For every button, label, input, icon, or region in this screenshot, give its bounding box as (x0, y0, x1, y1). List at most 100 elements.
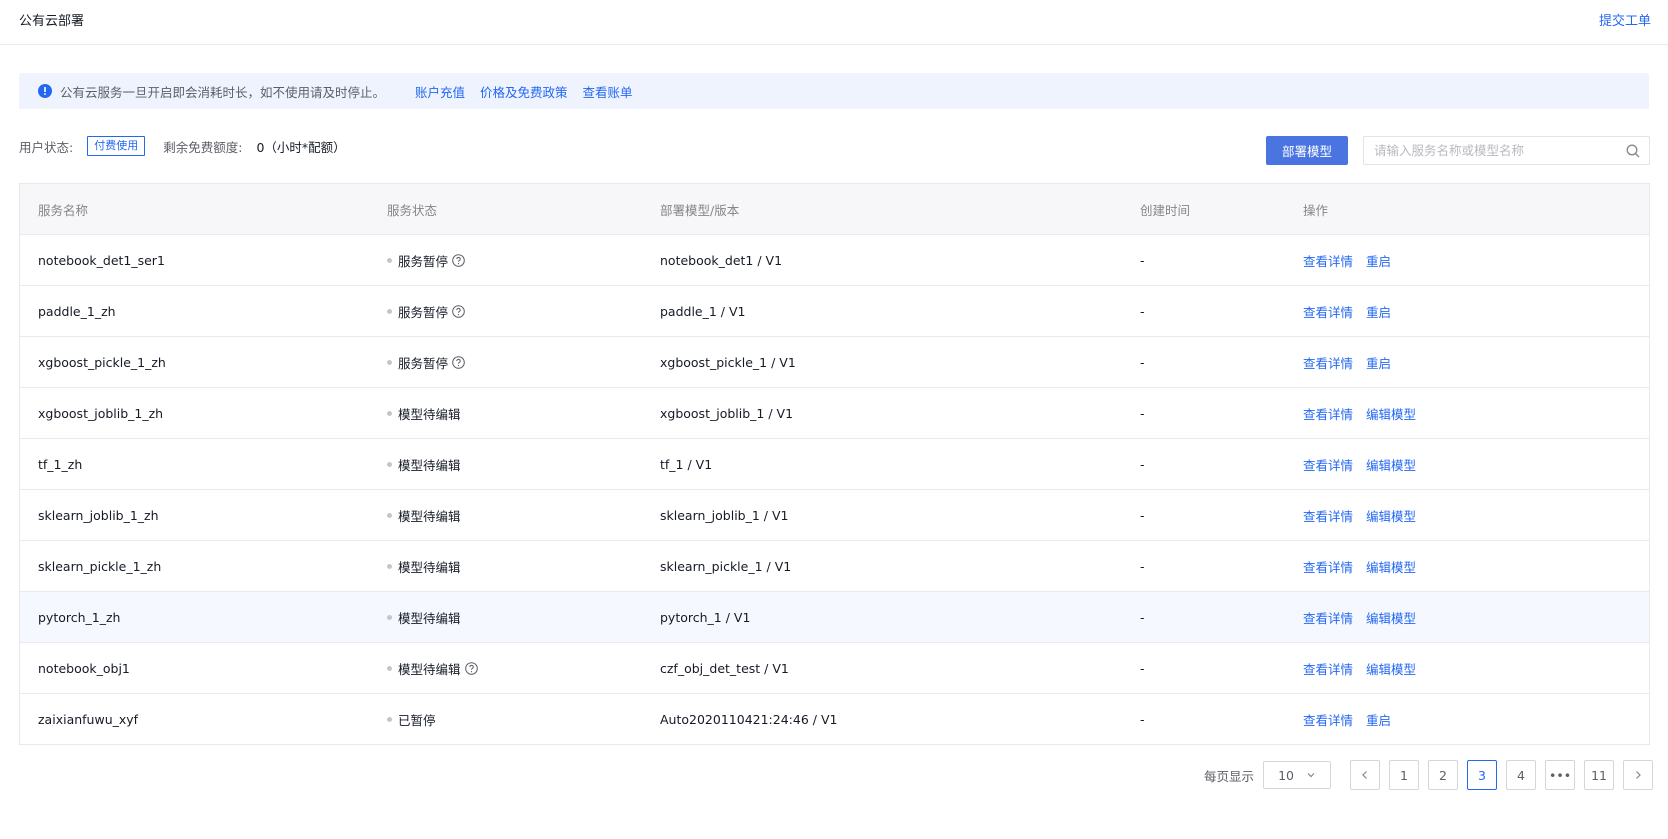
service-name: paddle_1_zh (38, 303, 116, 319)
view-details-link[interactable]: 查看详情 (1303, 659, 1353, 678)
page-button[interactable]: 1 (1389, 760, 1420, 790)
table-row: xgboost_pickle_1_zh 服务暂停 xgboost_pickle_1 … (20, 337, 1649, 388)
row-action-link[interactable]: 编辑模型 (1366, 455, 1416, 474)
pricing-policy-link[interactable]: 价格及免费政策 (480, 82, 568, 101)
row-actions: 查看详情 编辑模型 (1303, 557, 1649, 576)
status-dot (387, 410, 392, 416)
status-dot (387, 461, 392, 467)
table-row: tf_1_zh 模型待编辑 tf_1 / V1 - 查看详情 编辑模型 (20, 439, 1649, 490)
row-actions: 查看详情 编辑模型 (1303, 455, 1649, 474)
row-actions: 查看详情 编辑模型 (1303, 506, 1649, 525)
status-text: 服务暂停 (398, 304, 449, 320)
row-action-link[interactable]: 重启 (1366, 251, 1391, 270)
next-page-button[interactable] (1623, 760, 1654, 790)
service-status: 模型待编辑 (387, 608, 660, 627)
row-action-link[interactable]: 重启 (1366, 710, 1391, 729)
service-name: tf_1_zh (38, 456, 83, 472)
service-status: 服务暂停 (387, 302, 660, 321)
help-icon[interactable] (452, 304, 465, 318)
page-button[interactable]: 11 (1584, 760, 1615, 790)
row-action-link[interactable]: 重启 (1366, 353, 1391, 372)
view-details-link[interactable]: 查看详情 (1303, 302, 1353, 321)
status-dot (387, 359, 392, 365)
page-button[interactable]: 2 (1428, 760, 1459, 790)
service-status: 模型待编辑 (387, 404, 660, 423)
table-row: sklearn_joblib_1_zh 模型待编辑 sklearn_joblib_1… (20, 490, 1649, 541)
model-version: xgboost_joblib_1 / V1 (660, 405, 794, 421)
pagination: 每页显示 10 1 2 3 4 ••• 11 (1204, 760, 1654, 790)
view-details-link[interactable]: 查看详情 (1303, 353, 1353, 372)
row-actions: 查看详情 重启 (1303, 353, 1649, 372)
status-text: 服务暂停 (398, 253, 449, 269)
search-input[interactable] (1364, 137, 1626, 164)
row-action-link[interactable]: 编辑模型 (1366, 659, 1416, 678)
status-text: 已暂停 (398, 712, 436, 728)
table-row: zaixianfuwu_xyf 已暂停 Auto2020110421:24:46 /… (20, 694, 1649, 744)
view-details-link[interactable]: 查看详情 (1303, 608, 1353, 627)
header-actions: 操作 (1303, 202, 1329, 218)
prev-page-button[interactable] (1350, 760, 1381, 790)
header-create-time: 创建时间 (1140, 202, 1191, 218)
row-action-link[interactable]: 编辑模型 (1366, 608, 1416, 627)
search-icon[interactable] (1626, 144, 1640, 158)
service-name: sklearn_joblib_1_zh (38, 507, 159, 523)
status-text: 服务暂停 (398, 355, 449, 371)
page-button[interactable]: 4 (1506, 760, 1537, 790)
service-name: xgboost_pickle_1_zh (38, 354, 166, 370)
row-actions: 查看详情 编辑模型 (1303, 608, 1649, 627)
table-row: sklearn_pickle_1_zh 模型待编辑 sklearn_pickle_1… (20, 541, 1649, 592)
service-status: 服务暂停 (387, 251, 660, 270)
row-action-link[interactable]: 编辑模型 (1366, 404, 1416, 423)
page-ellipsis[interactable]: ••• (1545, 760, 1576, 790)
deploy-model-button[interactable]: 部署模型 (1266, 136, 1348, 165)
user-status-label: 用户状态: (19, 139, 74, 155)
chevron-left-icon (1360, 770, 1370, 780)
create-time: - (1140, 660, 1145, 676)
view-details-link[interactable]: 查看详情 (1303, 455, 1353, 474)
notice-text: 公有云服务一旦开启即会消耗时长，如不使用请及时停止。 (60, 84, 386, 100)
help-icon[interactable] (464, 661, 478, 675)
help-icon[interactable] (452, 253, 465, 267)
page-button[interactable]: 3 (1467, 760, 1498, 790)
model-version: paddle_1 / V1 (660, 303, 746, 319)
row-actions: 查看详情 重启 (1303, 251, 1649, 270)
status-dot (387, 614, 392, 620)
status-dot (387, 665, 392, 671)
chevron-down-icon (1306, 770, 1316, 780)
page-size-select[interactable]: 10 (1263, 761, 1332, 789)
per-page-label: 每页显示 (1204, 768, 1255, 784)
model-version: czf_obj_det_test / V1 (660, 660, 789, 676)
model-version: tf_1 / V1 (660, 456, 713, 472)
row-action-link[interactable]: 重启 (1366, 302, 1391, 321)
recharge-link[interactable]: 账户充值 (415, 82, 465, 101)
view-bill-link[interactable]: 查看账单 (583, 82, 633, 101)
table-header: 服务名称 服务状态 部署模型/版本 创建时间 操作 (20, 184, 1649, 235)
view-details-link[interactable]: 查看详情 (1303, 404, 1353, 423)
quota-value: 0（小时*配额） (256, 139, 346, 155)
service-table: 服务名称 服务状态 部署模型/版本 创建时间 操作 notebook_det1_… (19, 183, 1650, 745)
status-text: 模型待编辑 (398, 559, 461, 575)
help-icon[interactable] (452, 355, 465, 369)
row-action-link[interactable]: 编辑模型 (1366, 506, 1416, 525)
view-details-link[interactable]: 查看详情 (1303, 557, 1353, 576)
create-time: - (1140, 303, 1145, 319)
notice-banner: 公有云服务一旦开启即会消耗时长，如不使用请及时停止。 账户充值 价格及免费政策 … (19, 73, 1649, 109)
row-actions: 查看详情 重启 (1303, 302, 1649, 321)
service-name: notebook_obj1 (38, 660, 130, 676)
create-time: - (1140, 711, 1145, 727)
view-details-link[interactable]: 查看详情 (1303, 710, 1353, 729)
status-text: 模型待编辑 (398, 610, 461, 626)
create-time: - (1140, 354, 1145, 370)
view-details-link[interactable]: 查看详情 (1303, 251, 1353, 270)
status-dot (387, 308, 392, 314)
service-name: pytorch_1_zh (38, 609, 121, 625)
service-name: sklearn_pickle_1_zh (38, 558, 162, 574)
service-status: 服务暂停 (387, 353, 660, 372)
status-dot (387, 716, 392, 722)
submit-ticket-link[interactable]: 提交工单 (1599, 10, 1651, 29)
view-details-link[interactable]: 查看详情 (1303, 506, 1353, 525)
page-list: 1 2 3 4 ••• 11 (1380, 760, 1615, 790)
search-box (1363, 136, 1650, 165)
row-action-link[interactable]: 编辑模型 (1366, 557, 1416, 576)
user-status-row: 用户状态: 付费使用 剩余免费额度: 0（小时*配额） (19, 136, 346, 156)
